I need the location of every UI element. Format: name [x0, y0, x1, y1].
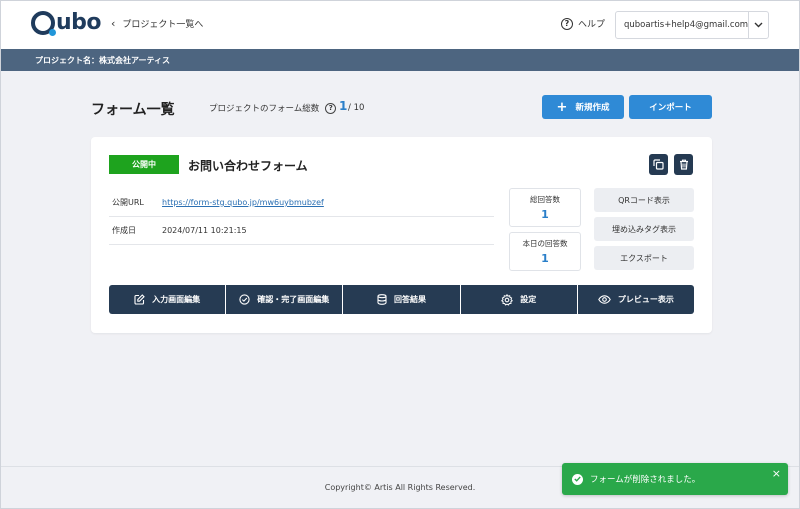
public-url-link[interactable]: https://form-stg.qubo.jp/mw6uybmubzef [162, 198, 324, 207]
chevron-left-icon: ‹ [111, 17, 116, 30]
form-total-max: / 10 [348, 103, 365, 113]
new-form-button[interactable]: + 新規作成 [542, 95, 624, 119]
gear-icon [501, 293, 514, 306]
page-title: フォーム一覧 [91, 102, 175, 118]
total-answers-value: 1 [541, 208, 549, 221]
created-date-label: 作成日 [112, 226, 136, 235]
close-icon[interactable]: × [772, 468, 781, 479]
import-button[interactable]: インポート [629, 95, 712, 119]
question-circle-icon: ? [561, 17, 573, 30]
answer-results-label: 回答結果 [394, 295, 426, 304]
form-name: お問い合わせフォーム [188, 159, 308, 173]
account-dropdown[interactable]: quboartis+help4@gmail.com [615, 11, 769, 39]
answer-results-button[interactable]: 回答結果 [343, 285, 460, 314]
settings-button[interactable]: 設定 [460, 285, 577, 314]
export-button[interactable]: エクスポート [594, 246, 694, 270]
edit-confirm-screen-button[interactable]: 確認・完了画面編集 [226, 285, 343, 314]
copy-icon [653, 159, 664, 170]
qubo-logo[interactable]: ubo [31, 10, 102, 36]
check-circle-icon [239, 294, 250, 305]
help-link[interactable]: ? ヘルプ [561, 17, 605, 30]
form-action-bar: 入力画面編集 確認・完了画面編集 回答結果 設定 プレビュー表示 [109, 285, 695, 314]
check-circle-icon [572, 473, 583, 485]
status-badge: 公開中 [109, 155, 179, 174]
import-label: インポート [649, 103, 692, 113]
edit-confirm-screen-label: 確認・完了画面編集 [257, 295, 330, 304]
public-url-row: 公開URL https://form-stg.qubo.jp/mw6uybmub… [109, 189, 494, 217]
form-total-count: 1 [339, 99, 348, 113]
edit-icon [134, 294, 145, 305]
chevron-down-icon[interactable] [748, 12, 768, 38]
today-answers-label: 本日の回答数 [522, 239, 568, 248]
success-toast: フォームが削除されました。 × [562, 463, 788, 495]
created-date-row: 作成日 2024/07/11 10:21:15 [109, 217, 494, 245]
form-total-label: プロジェクトのフォーム総数 ? [209, 102, 337, 114]
settings-label: 設定 [520, 295, 537, 304]
today-answers-box: 本日の回答数 1 [509, 232, 581, 271]
account-email: quboartis+help4@gmail.com [624, 20, 749, 30]
database-icon [377, 294, 387, 305]
copy-form-button[interactable] [649, 154, 668, 175]
edit-input-screen-button[interactable]: 入力画面編集 [109, 285, 226, 314]
public-url-label: 公開URL [112, 198, 144, 207]
help-label: ヘルプ [578, 20, 606, 30]
edit-input-screen-label: 入力画面編集 [152, 295, 201, 304]
toast-message: フォームが削除されました。 [590, 475, 701, 485]
back-link-label: プロジェクト一覧へ [122, 20, 204, 30]
plus-icon: + [556, 99, 568, 115]
total-answers-box: 総回答数 1 [509, 188, 581, 227]
top-header: ubo ‹ プロジェクト一覧へ ? ヘルプ quboartis+help4@gm… [1, 1, 799, 49]
logo-text: ubo [56, 10, 102, 35]
project-name: プロジェクト名：株式会社アーティス [35, 55, 171, 65]
qr-code-button[interactable]: QRコード表示 [594, 188, 694, 212]
preview-label: プレビュー表示 [617, 295, 674, 304]
created-date-value: 2024/07/11 10:21:15 [162, 226, 247, 235]
form-total-text: プロジェクトのフォーム総数 [209, 104, 320, 114]
embed-tag-button[interactable]: 埋め込みタグ表示 [594, 217, 694, 241]
project-name-bar: プロジェクト名：株式会社アーティス [1, 49, 799, 71]
question-circle-icon[interactable]: ? [325, 102, 337, 114]
eye-icon [598, 295, 611, 304]
trash-icon [679, 159, 688, 170]
delete-form-button[interactable] [674, 154, 693, 175]
preview-button[interactable]: プレビュー表示 [577, 285, 695, 314]
form-card: 公開中 お問い合わせフォーム 公開URL https://form-stg.qu… [91, 137, 712, 333]
copyright-text: Copyright© Artis All Rights Reserved. [324, 483, 476, 492]
back-to-projects-link[interactable]: ‹ プロジェクト一覧へ [111, 17, 203, 30]
logo-q-mark [31, 10, 56, 36]
total-answers-label: 総回答数 [530, 195, 560, 204]
today-answers-value: 1 [541, 252, 549, 265]
new-form-label: 新規作成 [575, 103, 610, 113]
